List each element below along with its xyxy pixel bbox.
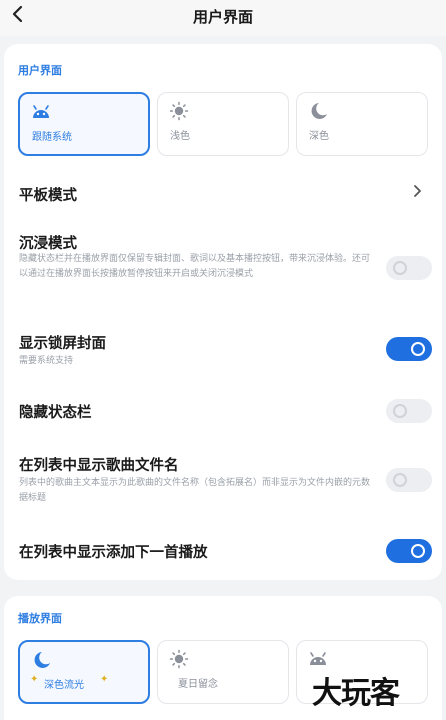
page-title: 用户界面	[192, 8, 253, 26]
toggle-knob	[393, 404, 407, 418]
immersive-mode-toggle[interactable]	[386, 256, 432, 280]
mode-tile-light[interactable]: 浅色	[157, 92, 289, 156]
toggle-knob	[393, 261, 407, 275]
moon-icon	[34, 652, 50, 668]
sun-icon	[169, 649, 189, 669]
setting-row-show-add-next[interactable]: 在列表中显示添加下一首播放	[4, 536, 442, 566]
show-filename-toggle[interactable]	[386, 468, 432, 492]
setting-description: 隐藏状态栏并在播放界面仅保留专辑封面、歌词以及基本播控按钮，带来沉浸体验。还可以…	[19, 254, 371, 279]
hide-statusbar-toggle[interactable]	[386, 399, 432, 423]
player-tile-dark-flow[interactable]: 深色流光 ✦ ✦	[18, 640, 150, 704]
mode-label: 浅色	[170, 131, 190, 142]
player-tile-summer[interactable]: 夏日留念	[157, 640, 289, 704]
moon-icon	[311, 103, 327, 119]
setting-row-show-filename[interactable]: 在列表中显示歌曲文件名 列表中的歌曲主文本显示为此歌曲的文件名称（包含拓展名）而…	[4, 452, 442, 518]
mode-label: 夏日留念	[178, 679, 218, 690]
watermark: 大玩客	[312, 676, 400, 711]
sparkle-left-icon: ✦	[30, 674, 39, 685]
mode-tile-follow-system[interactable]: 跟随系统	[18, 92, 150, 156]
setting-title: 在列表中显示歌曲文件名	[19, 458, 179, 474]
lockscreen-cover-toggle[interactable]	[386, 337, 432, 361]
setting-title: 沉浸模式	[19, 236, 77, 252]
sun-icon	[169, 101, 189, 121]
setting-row-hide-statusbar[interactable]: 隐藏状态栏	[4, 396, 442, 426]
android-icon	[33, 105, 49, 118]
sparkle-right-icon: ✦	[100, 674, 109, 685]
mode-label: 深色	[309, 131, 329, 142]
top-app-bar: 用户界面	[0, 0, 446, 36]
toggle-knob	[411, 544, 425, 558]
chevron-right-icon	[412, 183, 422, 202]
toggle-knob	[411, 342, 425, 356]
section-title-user-interface: 用户界面	[18, 64, 62, 77]
show-add-next-toggle[interactable]	[386, 539, 432, 563]
section-title-player-interface: 播放界面	[18, 612, 62, 625]
mode-label: 深色流光	[44, 680, 84, 691]
toggle-knob	[393, 473, 407, 487]
mode-label: 跟随系统	[32, 132, 72, 143]
mode-tile-dark[interactable]: 深色	[296, 92, 428, 156]
setting-row-tablet-mode[interactable]: 平板模式	[4, 178, 442, 208]
setting-title: 在列表中显示添加下一首播放	[19, 545, 208, 561]
setting-row-immersive-mode[interactable]: 沉浸模式 隐藏状态栏并在播放界面仅保留专辑封面、歌词以及基本播控按钮，带来沉浸体…	[4, 228, 442, 312]
setting-title: 显示锁屏封面	[19, 336, 106, 352]
setting-title: 隐藏状态栏	[19, 405, 92, 421]
setting-row-lockscreen-cover[interactable]: 显示锁屏封面 需要系统支持	[4, 328, 442, 374]
setting-description: 需要系统支持	[19, 356, 74, 366]
setting-description: 列表中的歌曲主文本显示为此歌曲的文件名称（包含拓展名）而非显示为文件内嵌的元数据…	[19, 478, 371, 503]
android-icon	[310, 652, 326, 665]
setting-title: 平板模式	[19, 188, 77, 204]
